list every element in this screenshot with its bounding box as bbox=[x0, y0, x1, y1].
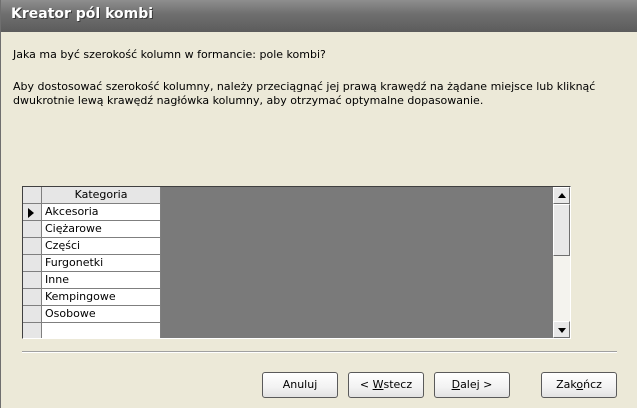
question-text: Jaka ma być szerokość kolumn w formancie… bbox=[13, 48, 326, 61]
cancel-button-label: Anuluj bbox=[282, 378, 318, 391]
divider bbox=[22, 351, 617, 353]
header-corner[interactable] bbox=[23, 187, 42, 204]
wizard-dialog: Kreator pól kombi Jaka ma być szerokość … bbox=[0, 0, 637, 408]
table-row[interactable]: Furgonetki bbox=[23, 255, 161, 272]
table-row[interactable]: Ciężarowe bbox=[23, 221, 161, 238]
back-label-prefix: < bbox=[359, 378, 373, 391]
finish-button[interactable]: Zakończ bbox=[541, 372, 617, 398]
table-cell[interactable] bbox=[42, 323, 161, 338]
row-selector[interactable] bbox=[23, 221, 42, 238]
finish-label-rest: ńcz bbox=[583, 378, 602, 391]
table-row-partial[interactable] bbox=[23, 323, 161, 338]
table-row[interactable]: Akcesoria bbox=[23, 204, 161, 221]
scroll-down-button[interactable] bbox=[553, 321, 570, 338]
table-cell[interactable]: Osobowe bbox=[42, 306, 161, 323]
finish-label-prefix: Zak bbox=[556, 378, 577, 391]
table-row[interactable]: Kempingowe bbox=[23, 289, 161, 306]
row-selector[interactable] bbox=[23, 323, 42, 338]
title-bar: Kreator pól kombi bbox=[1, 0, 637, 32]
back-button[interactable]: < Wstecz bbox=[348, 372, 424, 398]
table-row[interactable]: Osobowe bbox=[23, 306, 161, 323]
window-title: Kreator pól kombi bbox=[11, 6, 154, 22]
row-selector[interactable] bbox=[23, 255, 42, 272]
row-selector[interactable] bbox=[23, 272, 42, 289]
table-cell[interactable]: Inne bbox=[42, 272, 161, 289]
row-selector[interactable] bbox=[23, 289, 42, 306]
back-label-rest: stecz bbox=[383, 378, 413, 391]
table-cell[interactable]: Części bbox=[42, 238, 161, 255]
scroll-thumb[interactable] bbox=[553, 204, 570, 256]
column-width-grid[interactable]: Kategoria Akcesoria Ciężarowe Części Fur… bbox=[22, 186, 571, 339]
arrow-down-icon bbox=[558, 328, 566, 333]
table-row[interactable]: Inne bbox=[23, 272, 161, 289]
scroll-up-button[interactable] bbox=[553, 187, 570, 204]
table-header-row: Kategoria bbox=[23, 187, 161, 204]
datasheet-table: Kategoria Akcesoria Ciężarowe Części Fur… bbox=[23, 187, 161, 338]
row-selector[interactable] bbox=[23, 204, 42, 221]
back-label-accel: W bbox=[372, 378, 384, 391]
vertical-scrollbar[interactable] bbox=[553, 187, 570, 338]
next-label-accel: D bbox=[451, 378, 461, 391]
arrow-up-icon bbox=[558, 193, 566, 198]
table-cell[interactable]: Ciężarowe bbox=[42, 221, 161, 238]
table-row[interactable]: Części bbox=[23, 238, 161, 255]
current-record-icon bbox=[28, 208, 34, 218]
row-selector[interactable] bbox=[23, 306, 42, 323]
table-cell[interactable]: Kempingowe bbox=[42, 289, 161, 306]
cancel-button[interactable]: Anuluj bbox=[262, 372, 338, 398]
row-selector[interactable] bbox=[23, 238, 42, 255]
instruction-text: Aby dostosować szerokość kolumny, należy… bbox=[13, 80, 596, 107]
next-button[interactable]: Dalej > bbox=[434, 372, 510, 398]
table-cell[interactable]: Furgonetki bbox=[42, 255, 161, 272]
column-header-kategoria[interactable]: Kategoria bbox=[42, 187, 161, 204]
table-cell[interactable]: Akcesoria bbox=[42, 204, 161, 221]
next-label-rest: alej > bbox=[460, 378, 493, 391]
